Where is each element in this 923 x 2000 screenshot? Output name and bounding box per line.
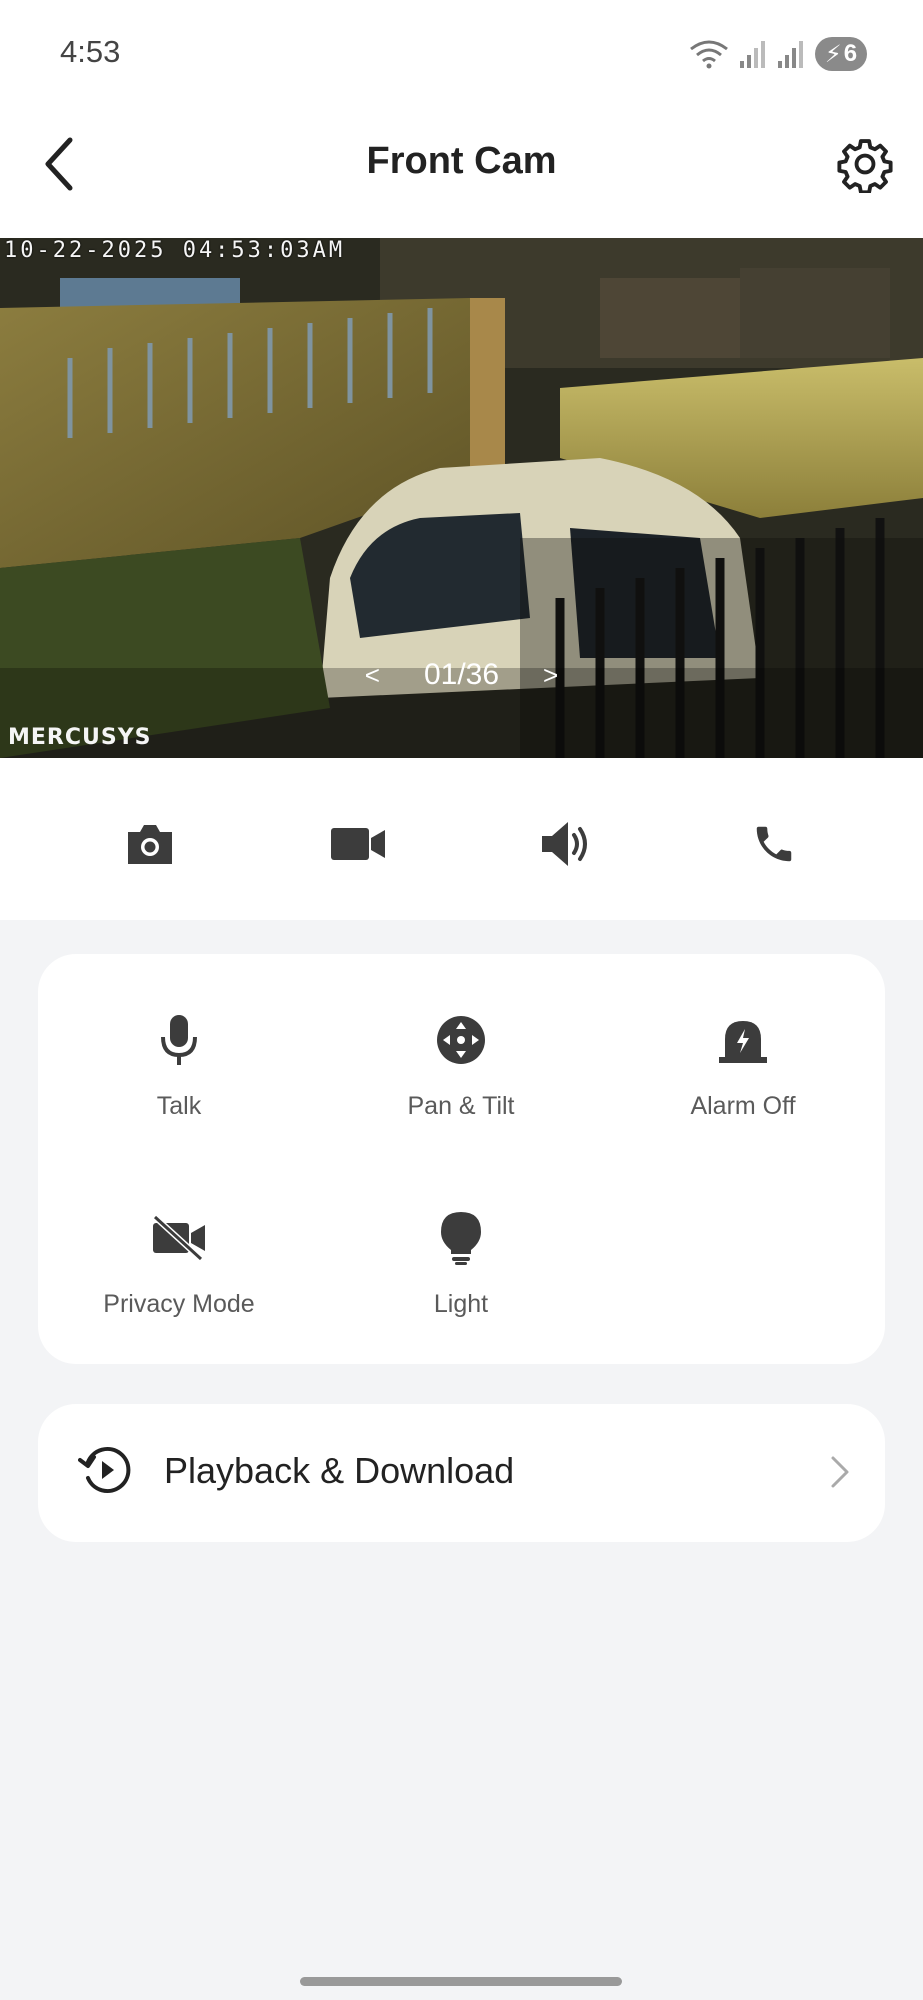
playback-download-row[interactable]: Playback & Download [38, 1404, 885, 1542]
talk-control[interactable]: Talk [59, 1010, 299, 1150]
microphone-icon [161, 1015, 197, 1065]
alarm-icon [719, 1021, 767, 1063]
wifi-icon [690, 40, 728, 69]
app-header: Front Cam [0, 108, 923, 238]
signal-icon [778, 41, 803, 68]
speaker-icon [542, 822, 587, 866]
record-button[interactable] [322, 808, 394, 880]
live-video-feed[interactable]: 10-22-2025 04:53:03AM < 01/36 > MERCUSYS [0, 238, 923, 758]
phone-icon [756, 826, 792, 862]
brand-watermark: MERCUSYS [8, 725, 152, 750]
video-pager: < 01/36 > [0, 658, 923, 692]
page-title: Front Cam [366, 140, 557, 182]
video-off-icon [152, 1215, 205, 1261]
lightbulb-icon [441, 1212, 481, 1265]
history-play-icon [78, 1447, 131, 1493]
privacy-mode-control[interactable]: Privacy Mode [59, 1208, 299, 1348]
pan-tilt-control[interactable]: Pan & Tilt [341, 1010, 581, 1150]
status-icons: ⚡ 6 [689, 36, 867, 72]
bolt-icon: ⚡ [824, 40, 842, 68]
camera-icon [128, 825, 172, 864]
home-indicator[interactable] [300, 1977, 622, 1986]
playback-label: Playback & Download [164, 1450, 515, 1491]
pan-tilt-label: Pan & Tilt [407, 1092, 515, 1120]
talk-label: Talk [156, 1092, 202, 1120]
video-timestamp: 10-22-2025 04:53:03AM [4, 238, 346, 263]
video-record-icon [331, 828, 385, 860]
controls-card: Talk Pan & Tilt Alarm Off Privacy Mode L… [38, 954, 885, 1364]
pan-tilt-icon [437, 1016, 485, 1064]
settings-button[interactable] [833, 132, 897, 196]
camera-page-indicator: 01/36 [423, 658, 500, 691]
previous-camera-button[interactable]: < [365, 660, 380, 691]
light-label: Light [433, 1290, 489, 1318]
sound-button[interactable] [530, 808, 602, 880]
battery-charging-icon: ⚡ 6 [815, 37, 867, 71]
status-bar: 4:53 ⚡ 6 [0, 0, 923, 108]
chevron-right-icon [831, 1456, 849, 1488]
snapshot-button[interactable] [114, 808, 186, 880]
alarm-label: Alarm Off [690, 1092, 796, 1120]
gear-icon [837, 139, 893, 193]
status-time: 4:53 [60, 34, 121, 69]
video-action-bar [0, 758, 923, 920]
signal-icon [740, 41, 765, 68]
light-control[interactable]: Light [341, 1208, 581, 1348]
call-button[interactable] [738, 808, 810, 880]
battery-level: 6 [843, 40, 858, 67]
privacy-mode-label: Privacy Mode [103, 1290, 255, 1318]
alarm-control[interactable]: Alarm Off [623, 1010, 863, 1150]
next-camera-button[interactable]: > [543, 660, 558, 691]
